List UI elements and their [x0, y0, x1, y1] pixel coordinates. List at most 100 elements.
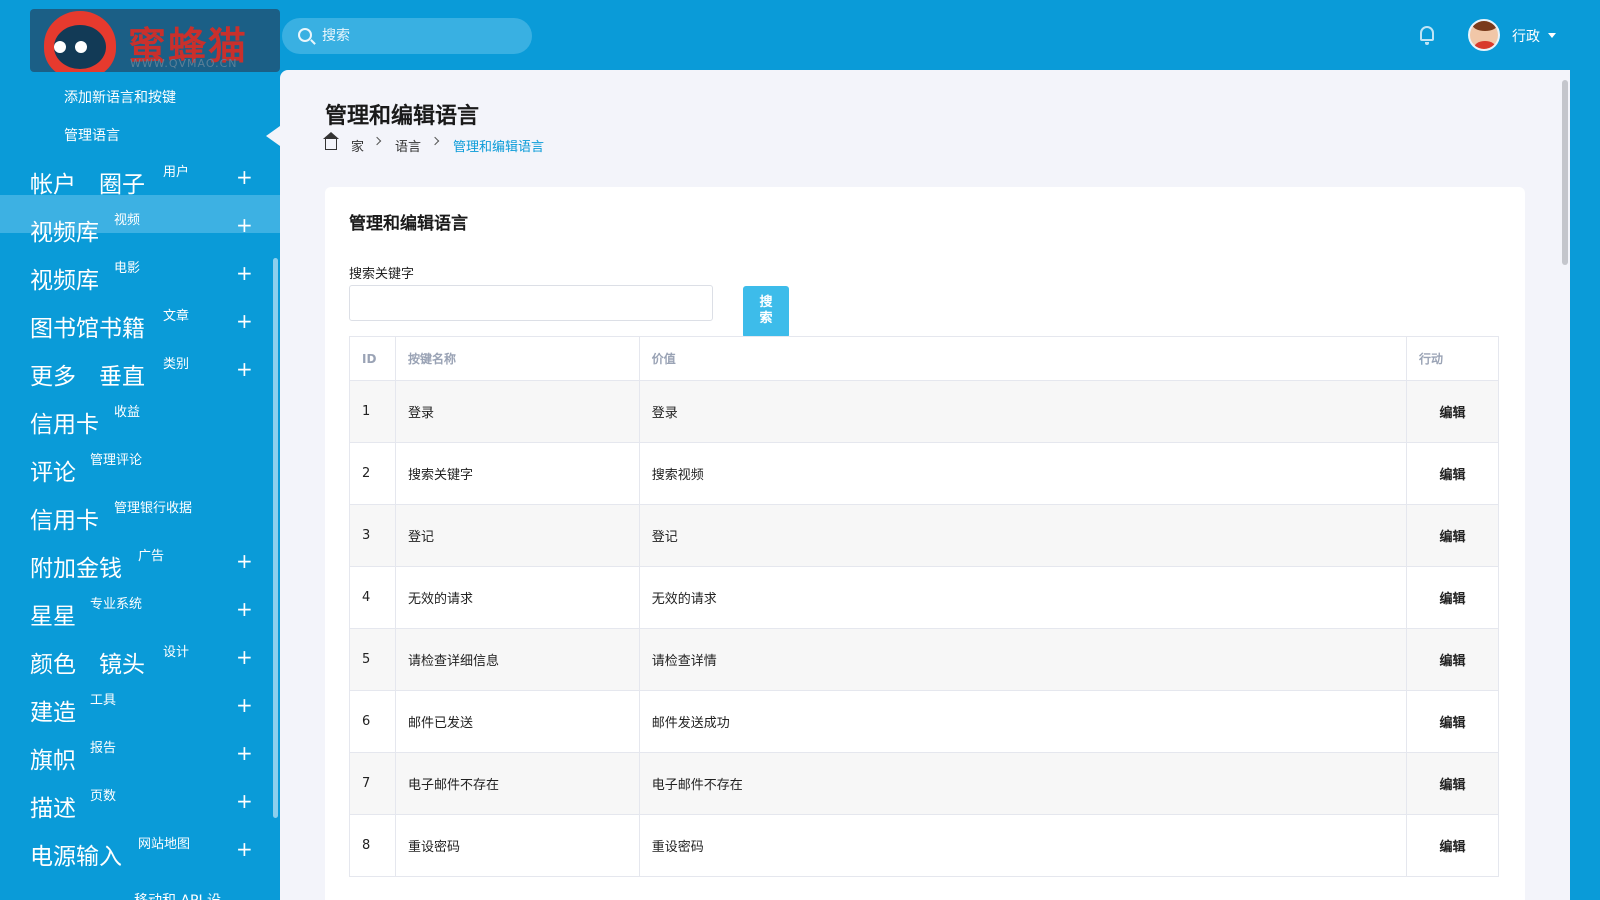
column-header-key[interactable]: 按键名称 — [394, 336, 640, 381]
table-row: 2 搜索关键字 搜索视频 编辑 — [349, 442, 1499, 505]
edit-button[interactable]: 编辑 — [1406, 380, 1499, 443]
plus-icon[interactable]: + — [236, 693, 253, 717]
sidebar-item-label: 评论 — [30, 460, 76, 486]
language-card: 管理和编辑语言 搜索关键字 搜 索 ID 按键名称 价值 行动 1 登录 登录 … — [325, 187, 1525, 900]
language-table: ID 按键名称 价值 行动 1 登录 登录 编辑 2 搜索关键字 搜索视频 编辑 — [349, 336, 1499, 877]
cell-id: 2 — [349, 442, 396, 505]
sidebar-scrollbar[interactable] — [273, 258, 278, 818]
table-header-row: ID 按键名称 价值 行动 — [349, 336, 1499, 381]
sidebar-subitem-mobile-api[interactable]: 移动和 API 设 — [134, 890, 221, 900]
sidebar-subitem-add-language[interactable]: 添加新语言和按键 — [64, 87, 176, 107]
active-indicator — [266, 126, 280, 146]
sidebar-item-earnings[interactable]: 信用卡 收益 — [0, 397, 265, 441]
sidebar-item-accounts[interactable]: 帐户 圈子 用户 + — [0, 157, 265, 201]
plus-icon[interactable]: + — [236, 261, 253, 285]
cell-value: 搜索视频 — [638, 442, 1408, 505]
chevron-down-icon[interactable] — [1548, 33, 1556, 38]
cell-value: 邮件发送成功 — [638, 690, 1408, 753]
header-search[interactable] — [282, 18, 532, 54]
sidebar-item-sublabel: 广告 — [138, 549, 165, 564]
sidebar-item-tools[interactable]: 建造 工具 + — [0, 685, 265, 729]
table-row: 4 无效的请求 无效的请求 编辑 — [349, 566, 1499, 629]
breadcrumb-home[interactable]: 家 — [351, 136, 364, 155]
cell-id: 7 — [349, 752, 396, 815]
sidebar-item-label: 附加金钱 — [30, 556, 122, 582]
edit-button[interactable]: 编辑 — [1406, 442, 1499, 505]
table-row: 1 登录 登录 编辑 — [349, 380, 1499, 443]
plus-icon[interactable]: + — [236, 309, 253, 333]
cell-id: 4 — [349, 566, 396, 629]
cell-id: 3 — [349, 504, 396, 567]
sidebar-item-reports[interactable]: 旗帜 报告 + — [0, 733, 265, 777]
edit-button[interactable]: 编辑 — [1406, 504, 1499, 567]
cell-value: 登记 — [638, 504, 1408, 567]
edit-button[interactable]: 编辑 — [1406, 566, 1499, 629]
page-scrollbar[interactable] — [1562, 80, 1568, 265]
search-input[interactable] — [322, 18, 522, 54]
sidebar-item-ads[interactable]: 附加金钱 广告 + — [0, 541, 265, 585]
sidebar-item-pages[interactable]: 描述 页数 + — [0, 781, 265, 825]
cell-key: 搜索关键字 — [394, 442, 640, 505]
chevron-right-icon — [430, 136, 440, 146]
logo-subtext: WWW.QVMAO.CN — [130, 57, 238, 70]
table-row: 6 邮件已发送 邮件发送成功 编辑 — [349, 690, 1499, 753]
avatar[interactable] — [1468, 19, 1500, 51]
sidebar-item-sublabel: 工具 — [90, 693, 117, 708]
plus-icon[interactable]: + — [236, 165, 253, 189]
plus-icon[interactable]: + — [236, 213, 253, 237]
sidebar-item-sitemap[interactable]: 电源输入 网站地图 + — [0, 829, 265, 873]
sidebar-item-sublabel: 报告 — [90, 741, 117, 756]
plus-icon[interactable]: + — [236, 837, 253, 861]
edit-button[interactable]: 编辑 — [1406, 628, 1499, 691]
home-icon[interactable] — [323, 132, 339, 150]
plus-icon[interactable]: + — [236, 645, 253, 669]
sidebar-item-sublabel: 专业系统 — [90, 597, 143, 612]
sidebar-item-label: 信用卡 — [30, 508, 99, 534]
table-row: 7 电子邮件不存在 电子邮件不存在 编辑 — [349, 752, 1499, 815]
sidebar-item-movie-library[interactable]: 视频库 电影 + — [0, 253, 265, 297]
sidebar-item-design[interactable]: 颜色 镜头 设计 + — [0, 637, 265, 681]
sidebar-item-video-library[interactable]: 视频库 视频 + — [0, 205, 265, 249]
cell-key: 邮件已发送 — [394, 690, 640, 753]
breadcrumb-language[interactable]: 语言 — [395, 136, 421, 155]
sidebar-item-sublabel: 网站地图 — [138, 837, 191, 852]
plus-icon[interactable]: + — [236, 357, 253, 381]
sidebar-item-sublabel: 电影 — [114, 261, 141, 276]
cell-key: 无效的请求 — [394, 566, 640, 629]
sidebar-item-categories[interactable]: 更多 垂直 类别 + — [0, 349, 265, 393]
column-header-id[interactable]: ID — [349, 336, 396, 381]
sidebar-item-sublabel: 管理评论 — [90, 453, 143, 468]
plus-icon[interactable]: + — [236, 789, 253, 813]
sidebar-item-label: 图书馆书籍 — [30, 316, 145, 342]
column-header-action: 行动 — [1406, 336, 1499, 381]
site-logo[interactable]: 蜜蜂猫 WWW.QVMAO.CN — [30, 9, 280, 72]
cell-id: 8 — [349, 814, 396, 877]
edit-button[interactable]: 编辑 — [1406, 752, 1499, 815]
edit-button[interactable]: 编辑 — [1406, 690, 1499, 753]
sidebar-item-comments[interactable]: 评论 管理评论 — [0, 445, 265, 489]
chevron-right-icon — [372, 136, 382, 146]
sidebar-item-books[interactable]: 图书馆书籍 文章 + — [0, 301, 265, 345]
cell-value: 无效的请求 — [638, 566, 1408, 629]
sidebar-item-label: 视频库 — [30, 268, 99, 294]
plus-icon[interactable]: + — [236, 549, 253, 573]
sidebar-item-label: 建造 — [30, 700, 76, 726]
edit-button[interactable]: 编辑 — [1406, 814, 1499, 877]
cell-value: 登录 — [638, 380, 1408, 443]
column-header-value[interactable]: 价值 — [638, 336, 1408, 381]
sidebar-item-bank-receipts[interactable]: 信用卡 管理银行收据 — [0, 493, 265, 537]
sidebar-item-label: 更多 垂直 — [30, 364, 145, 390]
keyword-label: 搜索关键字 — [349, 267, 415, 282]
user-name[interactable]: 行政 — [1512, 26, 1540, 46]
sidebar-subitem-manage-language[interactable]: 管理语言 — [64, 125, 120, 145]
search-button[interactable]: 搜 索 — [743, 286, 789, 338]
card-title: 管理和编辑语言 — [349, 214, 468, 234]
sidebar-item-pro-system[interactable]: 星星 专业系统 + — [0, 589, 265, 633]
sidebar-item-sublabel: 收益 — [114, 405, 141, 420]
plus-icon[interactable]: + — [236, 741, 253, 765]
sidebar-item-label: 描述 — [30, 796, 76, 822]
plus-icon[interactable]: + — [236, 597, 253, 621]
cell-id: 6 — [349, 690, 396, 753]
keyword-input[interactable] — [349, 285, 713, 321]
bell-icon[interactable] — [1420, 26, 1434, 45]
